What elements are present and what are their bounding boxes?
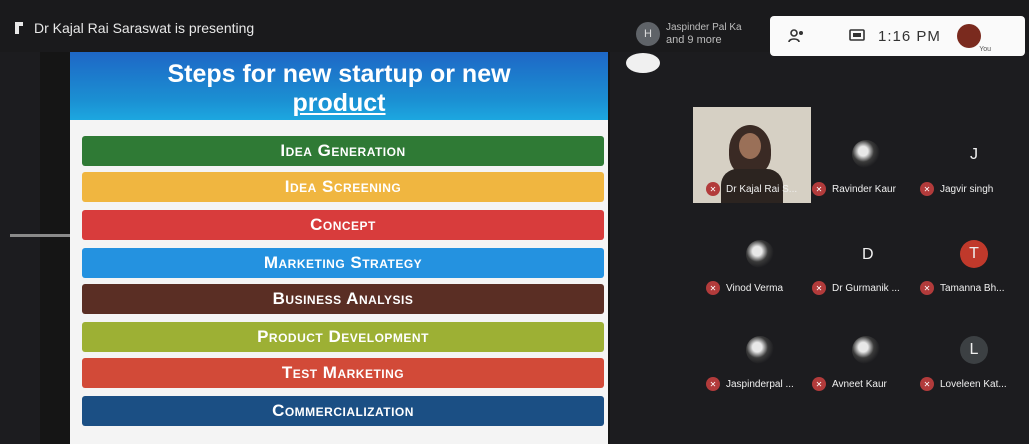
participant-label[interactable]: ✕ Tamanna Bh... xyxy=(920,281,1004,295)
slide-title-line-2: product xyxy=(292,89,386,117)
clock-time: 1:16 PM xyxy=(878,27,941,45)
presentation-slide: Steps for new startup or new product Ide… xyxy=(70,52,608,444)
divider-line xyxy=(10,234,72,237)
more-participants-label: and 9 more xyxy=(666,34,722,46)
participant-profile-image xyxy=(746,336,774,364)
mic-off-icon: ✕ xyxy=(920,377,934,391)
participant-label[interactable]: ✕ Dr Gurmanik ... xyxy=(812,281,900,295)
participant-name: Jaspinderpal ... xyxy=(726,378,794,390)
step-bar: Test Marketing xyxy=(82,358,604,388)
presenting-banner: Dr Kajal Rai Saraswat is presenting xyxy=(14,20,254,36)
participant-name: Jagvir singh xyxy=(940,183,994,195)
mic-off-icon: ✕ xyxy=(812,377,826,391)
mic-off-icon: ✕ xyxy=(920,182,934,196)
step-bar: Product Development xyxy=(82,322,604,352)
participant-name: Vinod Verma xyxy=(726,282,784,294)
participant-initial: D xyxy=(862,246,874,263)
step-bar: Commercialization xyxy=(82,396,604,426)
step-bar: Idea Screening xyxy=(82,172,604,202)
participant-profile-image xyxy=(746,240,774,268)
mic-off-icon: ✕ xyxy=(812,182,826,196)
participant-profile-image xyxy=(852,336,880,364)
self-avatar[interactable] xyxy=(956,24,981,48)
present-screen-icon xyxy=(15,22,23,34)
participant-label[interactable]: ✕ Jaspinderpal ... xyxy=(706,377,794,391)
cursor-blob xyxy=(626,53,660,73)
participant-name: Avneet Kaur xyxy=(832,378,887,390)
participant-name: Jaspinder Pal Ka xyxy=(666,22,742,33)
participant-name: Dr Gurmanik ... xyxy=(832,282,900,294)
step-bar: Concept xyxy=(82,210,604,240)
participant-label[interactable]: ✕ Dr Kajal Rai S... xyxy=(706,182,797,196)
participant-label[interactable]: ✕ Avneet Kaur xyxy=(812,377,887,391)
participant-profile-image xyxy=(852,140,880,168)
people-icon[interactable] xyxy=(786,25,808,47)
participant-name: Ravinder Kaur xyxy=(832,183,896,195)
mic-off-icon: ✕ xyxy=(920,281,934,295)
mic-off-icon: ✕ xyxy=(706,182,720,196)
mic-off-icon: ✕ xyxy=(706,377,720,391)
participant-initial: J xyxy=(970,146,978,163)
presenter-text: Dr Kajal Rai Saraswat is presenting xyxy=(34,20,255,36)
participant-avatar: T xyxy=(960,240,988,268)
meeting-controls: 1:16 PM You xyxy=(770,16,1025,56)
participant-label[interactable]: ✕ Ravinder Kaur xyxy=(812,182,896,196)
self-label: You xyxy=(979,46,991,53)
slide-header: Steps for new startup or new product xyxy=(70,52,608,120)
mic-off-icon: ✕ xyxy=(706,281,720,295)
participant-name: Dr Kajal Rai S... xyxy=(726,183,798,195)
slide-title: Steps for new startup or new product xyxy=(70,60,608,118)
participant-avatar: H xyxy=(636,22,660,46)
participant-label[interactable]: ✕ Loveleen Kat... xyxy=(920,377,1007,391)
chat-icon[interactable] xyxy=(846,25,868,47)
participant-name: Loveleen Kat... xyxy=(940,378,1007,390)
step-bar: Idea Generation xyxy=(82,136,604,166)
slide-title-line-1: Steps for new startup or new xyxy=(167,60,511,88)
step-bar: Business Analysis xyxy=(82,284,604,314)
step-bar: Marketing Strategy xyxy=(82,248,604,278)
participant-label[interactable]: ✕ Jagvir singh xyxy=(920,182,993,196)
participant-label[interactable]: ✕ Vinod Verma xyxy=(706,281,783,295)
participant-name: Tamanna Bh... xyxy=(940,282,1005,294)
top-bar: Dr Kajal Rai Saraswat is presenting H Ja… xyxy=(0,0,1029,56)
other-participants[interactable]: H Jaspinder Pal Ka and 9 more xyxy=(636,22,742,46)
participant-avatar: L xyxy=(960,336,988,364)
mic-off-icon: ✕ xyxy=(812,281,826,295)
